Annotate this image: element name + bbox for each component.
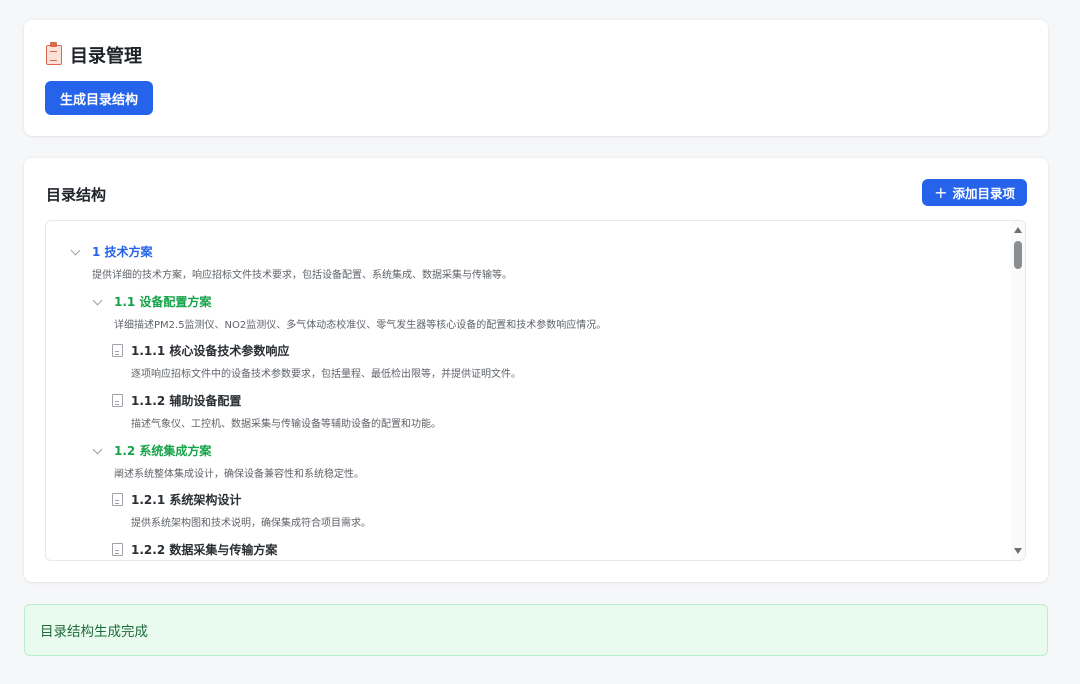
status-banner: 目录结构生成完成 bbox=[24, 604, 1048, 656]
scrollbar[interactable] bbox=[1011, 221, 1025, 560]
add-item-label: 添加目录项 bbox=[952, 186, 1015, 201]
document-icon bbox=[112, 344, 123, 357]
tree-card: 目录结构 + 添加目录项 1 技术方案 提供详细的技术方案，响应招标文件技术要求… bbox=[24, 158, 1048, 582]
node-description: 提供系统架构图和技术说明，确保集成符合项目需求。 bbox=[131, 518, 371, 529]
plus-icon: + bbox=[934, 182, 948, 202]
scrollbar-thumb[interactable] bbox=[1014, 241, 1022, 269]
node-title[interactable]: 1.2.1 系统架构设计 bbox=[131, 491, 241, 508]
node-title[interactable]: 1 技术方案 bbox=[92, 243, 153, 260]
header-card: 目录管理 生成目录结构 bbox=[24, 20, 1048, 136]
tree-node-1-1[interactable]: 1.1 设备配置方案 详细描述PM2.5监测仪、NO2监测仪、多气体动态校准仪、… bbox=[92, 293, 606, 331]
tree-node-1-1-2[interactable]: 1.1.2 辅助设备配置 描述气象仪、工控机、数据采集与传输设备等辅助设备的配置… bbox=[112, 392, 441, 430]
status-message: 目录结构生成完成 bbox=[40, 624, 148, 640]
chevron-down-icon[interactable] bbox=[92, 297, 102, 307]
document-icon bbox=[112, 493, 123, 506]
node-description: 阐述系统整体集成设计，确保设备兼容性和系统稳定性。 bbox=[114, 469, 364, 480]
node-title[interactable]: 1.1.1 核心设备技术参数响应 bbox=[131, 342, 289, 359]
node-title[interactable]: 1.2 系统集成方案 bbox=[114, 442, 211, 459]
title-row: 目录管理 bbox=[46, 42, 142, 68]
document-icon bbox=[112, 543, 123, 556]
tree-node-1-2[interactable]: 1.2 系统集成方案 阐述系统整体集成设计，确保设备兼容性和系统稳定性。 bbox=[92, 442, 364, 480]
clipboard-icon bbox=[46, 42, 62, 65]
node-description: 逐项响应招标文件中的设备技术参数要求，包括量程、最低检出限等，并提供证明文件。 bbox=[131, 369, 521, 380]
chevron-down-icon[interactable] bbox=[92, 446, 102, 456]
tree-node-1-2-1[interactable]: 1.2.1 系统架构设计 提供系统架构图和技术说明，确保集成符合项目需求。 bbox=[112, 491, 371, 529]
add-item-button[interactable]: + 添加目录项 bbox=[922, 179, 1027, 206]
node-title[interactable]: 1.2.2 数据采集与传输方案 bbox=[131, 541, 277, 558]
node-title[interactable]: 1.1 设备配置方案 bbox=[114, 293, 211, 310]
tree-content: 1 技术方案 提供详细的技术方案，响应招标文件技术要求，包括设备配置、系统集成、… bbox=[46, 221, 1011, 560]
tree-node-1[interactable]: 1 技术方案 提供详细的技术方案，响应招标文件技术要求，包括设备配置、系统集成、… bbox=[70, 243, 512, 281]
document-icon bbox=[112, 394, 123, 407]
scroll-up-arrow-icon[interactable] bbox=[1014, 227, 1022, 233]
scroll-down-arrow-icon[interactable] bbox=[1014, 548, 1022, 554]
node-description: 描述气象仪、工控机、数据采集与传输设备等辅助设备的配置和功能。 bbox=[131, 419, 441, 430]
tree-node-1-1-1[interactable]: 1.1.1 核心设备技术参数响应 逐项响应招标文件中的设备技术参数要求，包括量程… bbox=[112, 342, 521, 380]
page-title: 目录管理 bbox=[70, 46, 142, 67]
tree-node-1-2-2[interactable]: 1.2.2 数据采集与传输方案 bbox=[112, 541, 277, 558]
node-description: 提供详细的技术方案，响应招标文件技术要求，包括设备配置、系统集成、数据采集与传输… bbox=[92, 270, 512, 281]
chevron-down-icon[interactable] bbox=[70, 247, 80, 257]
section-title: 目录结构 bbox=[46, 186, 107, 204]
tree-view[interactable]: 1 技术方案 提供详细的技术方案，响应招标文件技术要求，包括设备配置、系统集成、… bbox=[45, 220, 1026, 561]
generate-structure-button[interactable]: 生成目录结构 bbox=[45, 81, 154, 115]
node-title[interactable]: 1.1.2 辅助设备配置 bbox=[131, 392, 241, 409]
node-description: 详细描述PM2.5监测仪、NO2监测仪、多气体动态校准仪、零气发生器等核心设备的… bbox=[114, 320, 607, 331]
